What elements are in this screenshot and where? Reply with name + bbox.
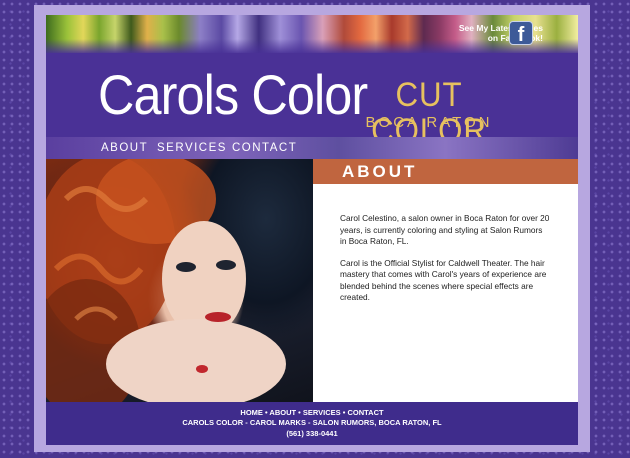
hero-photo-illustration [46,159,286,402]
location-label: BOCA RATON [365,114,493,131]
about-paragraph-2: Carol is the Official Stylist for Caldwe… [340,257,547,303]
about-section-title: ABOUT [342,162,418,181]
about-content: Carol Celestino, a salon owner in Boca R… [340,213,550,314]
hero-photo [46,159,313,402]
nav-link-contact[interactable]: CONTACT [232,142,297,154]
about-paragraph-1: Carol Celestino, a salon owner in Boca R… [340,213,550,246]
footer-nav: HOME • ABOUT • SERVICES • CONTACT [46,408,578,418]
footer-link-contact[interactable]: CONTACT [347,408,383,417]
site-container: See My Latest Styles on Facebook! f Caro… [46,15,578,445]
footer-phone: (561) 338-0441 [286,429,338,438]
footer-link-services[interactable]: SERVICES [303,408,341,417]
nav-link-services[interactable]: SERVICES [157,142,227,154]
footer-separator: • [296,408,303,417]
footer-link-about[interactable]: ABOUT [269,408,296,417]
footer-link-home[interactable]: HOME [240,408,263,417]
facebook-icon[interactable]: f [509,21,533,46]
footer-address: CAROLS COLOR - CAROL MARKS - SALON RUMOR… [182,418,442,427]
nav-link-about[interactable]: ABOUT [101,142,148,154]
